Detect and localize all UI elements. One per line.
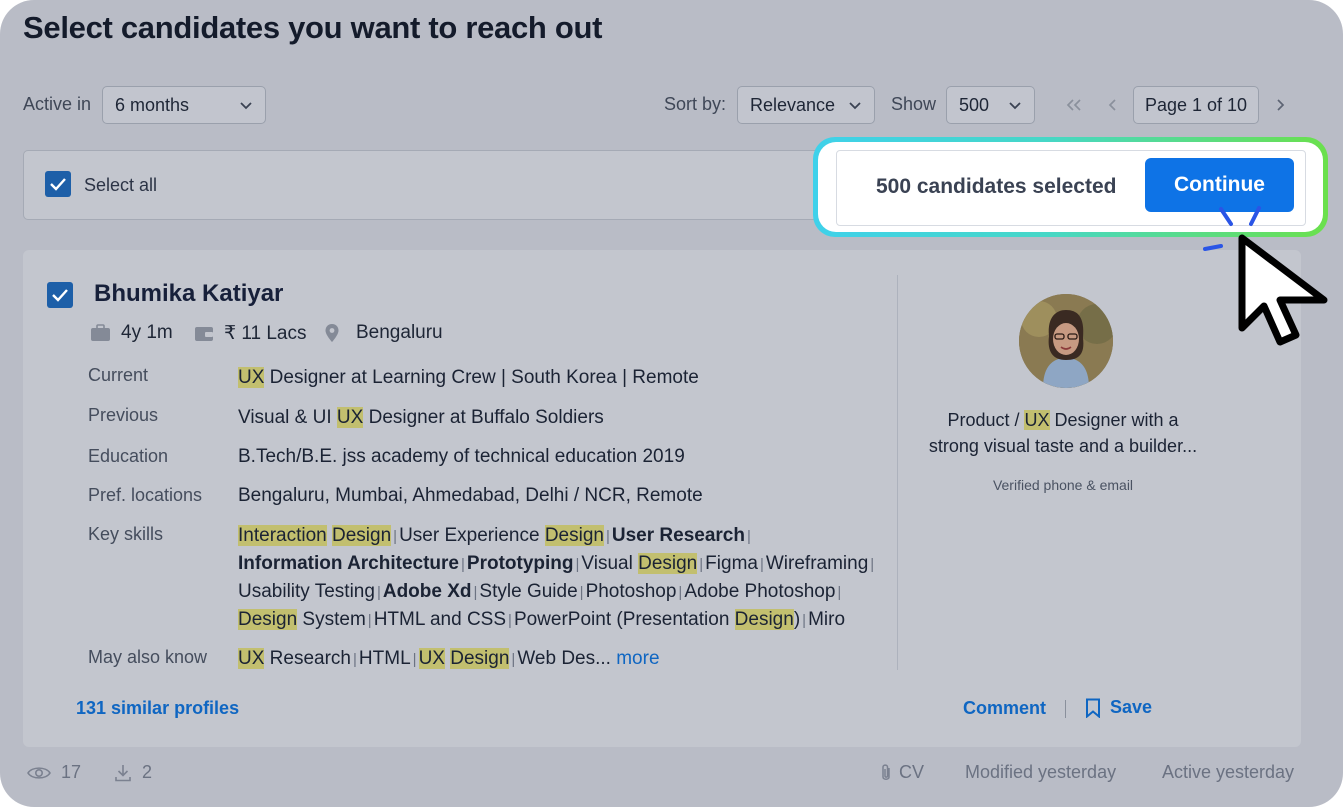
candidate-headline: Product / UX Designer with a strong visu… bbox=[928, 410, 1198, 456]
previous-label: Previous bbox=[88, 405, 159, 425]
key-skills-label: Key skills bbox=[88, 524, 164, 544]
chevron-down-icon bbox=[1009, 102, 1021, 110]
education-value: B.Tech/B.E. jss academy of technical edu… bbox=[238, 446, 685, 467]
views-count: 17 bbox=[61, 762, 82, 782]
wallet-icon bbox=[195, 326, 213, 341]
candidate-checkbox[interactable] bbox=[47, 282, 73, 308]
cv-label: CV bbox=[899, 762, 925, 782]
downloads-count: 2 bbox=[142, 762, 153, 782]
chevron-down-icon bbox=[849, 102, 861, 110]
experience-value: 4y 1m bbox=[121, 322, 173, 343]
page-indicator: Page 1 of 10 bbox=[1133, 86, 1259, 124]
sort-by-select[interactable]: Relevance bbox=[737, 86, 875, 124]
current-value: UX Designer at Learning Crew | South Kor… bbox=[238, 367, 699, 388]
bookmark-icon bbox=[1086, 698, 1100, 718]
briefcase-icon bbox=[91, 324, 110, 341]
salary-value: ₹ 11 Lacs bbox=[224, 323, 307, 344]
modified-date: Modified yesterday bbox=[965, 762, 1117, 782]
views-stat: 17 bbox=[27, 762, 81, 783]
save-button[interactable]: Save bbox=[1085, 697, 1152, 718]
first-page-button[interactable] bbox=[1064, 90, 1084, 120]
avatar-image bbox=[1019, 294, 1113, 388]
prev-page-button[interactable] bbox=[1103, 90, 1123, 120]
save-label: Save bbox=[1110, 697, 1153, 717]
show-count-select[interactable]: 500 bbox=[946, 86, 1035, 124]
select-all-checkbox[interactable] bbox=[45, 171, 71, 197]
location-pin-icon bbox=[325, 324, 339, 342]
similar-profiles-link[interactable]: 131 similar profiles bbox=[76, 698, 239, 719]
download-icon bbox=[115, 764, 131, 781]
show-count-value: 500 bbox=[959, 94, 990, 115]
pref-locations-label: Pref. locations bbox=[88, 485, 203, 505]
chevron-down-icon bbox=[240, 102, 252, 110]
screen-frame: Select candidates you want to reach out … bbox=[0, 0, 1343, 807]
active-in-select[interactable]: 6 months bbox=[102, 86, 266, 124]
candidate-name[interactable]: Bhumika Katiyar bbox=[94, 280, 283, 308]
comment-button[interactable]: Comment bbox=[963, 698, 1046, 719]
experience-meta: 4y 1m bbox=[90, 322, 173, 344]
sort-by-value: Relevance bbox=[750, 94, 836, 115]
active-date: Active yesterday bbox=[1162, 762, 1295, 782]
checkmark-icon bbox=[50, 178, 66, 191]
verified-contact: Verified phone & email bbox=[992, 477, 1134, 493]
active-in-value: 6 months bbox=[115, 94, 190, 115]
eye-icon bbox=[27, 766, 51, 779]
salary-meta: ₹ 11 Lacs bbox=[194, 322, 307, 345]
pref-locations-value: Bengaluru, Mumbai, Ahmedabad, Delhi / NC… bbox=[238, 485, 703, 506]
location-value: Bengaluru bbox=[356, 322, 443, 343]
selected-count: 500 candidates selected bbox=[876, 175, 1117, 198]
education-label: Education bbox=[88, 446, 169, 466]
double-chevron-left-icon bbox=[1066, 99, 1081, 111]
previous-value: Visual & UI UX Designer at Buffalo Soldi… bbox=[238, 407, 604, 428]
cv-attachment[interactable]: CV bbox=[879, 762, 924, 783]
mouse-cursor-icon bbox=[1238, 234, 1328, 346]
checkmark-icon bbox=[52, 289, 68, 302]
downloads-stat: 2 bbox=[114, 762, 152, 783]
current-label: Current bbox=[88, 365, 149, 385]
card-divider bbox=[897, 275, 898, 670]
active-in-label: Active in bbox=[23, 94, 92, 114]
may-also-know-label: May also know bbox=[88, 647, 208, 667]
chevron-right-icon bbox=[1277, 99, 1285, 111]
show-label: Show bbox=[891, 94, 937, 114]
avatar bbox=[1019, 294, 1113, 388]
paperclip-icon bbox=[882, 763, 890, 780]
select-all-label: Select all bbox=[84, 175, 158, 195]
page-title: Select candidates you want to reach out bbox=[23, 10, 603, 45]
sort-by-label: Sort by: bbox=[664, 94, 727, 114]
next-page-button[interactable] bbox=[1270, 90, 1290, 120]
location-meta: Bengaluru bbox=[324, 322, 443, 344]
chevron-left-icon bbox=[1108, 99, 1116, 111]
may-also-know-value: UX Research | HTML | UX Design | Web Des... mo… bbox=[238, 648, 660, 669]
more-link[interactable]: more bbox=[616, 648, 659, 669]
key-skills-value: Interaction Design | User Experience Desig… bbox=[238, 525, 875, 630]
action-separator bbox=[1065, 700, 1066, 718]
